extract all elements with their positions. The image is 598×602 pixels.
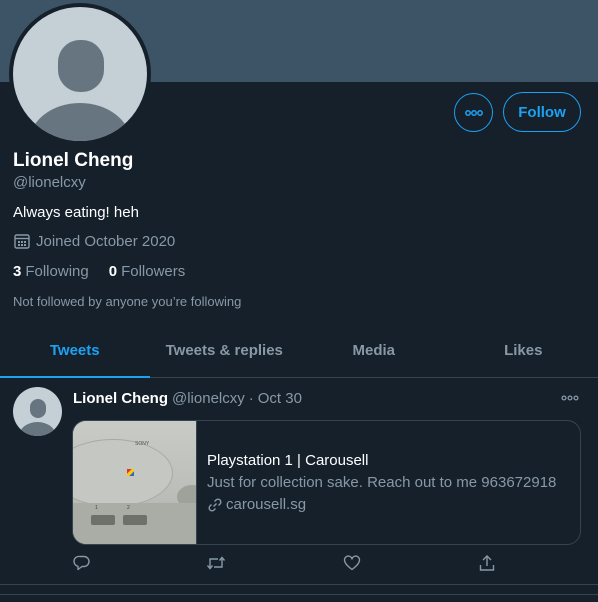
tab-likes[interactable]: Likes (449, 324, 598, 377)
tweet-date[interactable]: Oct 30 (258, 390, 302, 407)
following-label: Following (25, 263, 89, 280)
tweet-avatar[interactable] (13, 387, 62, 436)
card-link-text: carousell.sg (226, 496, 307, 513)
profile-bio: Always eating! heh (13, 204, 139, 221)
more-icon (561, 395, 579, 401)
next-tweet-divider (0, 594, 598, 595)
heart-icon (343, 555, 361, 571)
profile-handle: @lionelcxy (13, 174, 86, 191)
followers-label: Followers (121, 263, 186, 280)
not-followed-note: Not followed by anyone you’re following (13, 294, 242, 309)
share-icon (479, 555, 495, 571)
tweet-header: Lionel Cheng @lionelcxy · Oct 30 (73, 390, 302, 407)
follow-stats: 3 Following 0 Followers (13, 263, 185, 280)
tab-tweets[interactable]: Tweets (0, 324, 150, 378)
share-button[interactable] (478, 554, 496, 577)
tweet-more-button[interactable] (561, 390, 579, 404)
reply-icon (73, 555, 90, 571)
followers-link[interactable]: 0 Followers (109, 263, 186, 280)
default-avatar-image (13, 7, 147, 141)
tweet[interactable]: Lionel Cheng @lionelcxy · Oct 30 SONY 1 … (0, 378, 598, 585)
calendar-icon (14, 234, 30, 249)
card-image-slot-1: 1 (95, 505, 98, 511)
profile-tabs: Tweets Tweets & replies Media Likes (0, 324, 598, 378)
card-image-brand: SONY (135, 441, 150, 447)
follow-button[interactable]: Follow (503, 92, 581, 132)
card-description: Just for collection sake. Reach out to m… (207, 474, 557, 491)
card-image-slot-2: 2 (127, 505, 130, 511)
reply-button[interactable] (73, 554, 91, 577)
tweet-actions (73, 554, 503, 574)
link-icon (208, 497, 222, 512)
following-count: 3 (13, 263, 22, 280)
card-title: Playstation 1 | Carousell (207, 452, 369, 469)
playstation-logo-icon (127, 469, 134, 476)
tab-tweets-replies[interactable]: Tweets & replies (150, 324, 300, 377)
retweet-icon (206, 556, 226, 570)
tab-media[interactable]: Media (299, 324, 449, 377)
retweet-button[interactable] (206, 554, 226, 577)
tweet-separator: · (248, 390, 254, 407)
more-options-button[interactable] (454, 93, 493, 132)
card-link: carousell.sg (207, 496, 577, 513)
profile-avatar[interactable] (9, 3, 151, 145)
following-link[interactable]: 3 Following (13, 263, 89, 280)
more-icon (464, 109, 483, 116)
followers-count: 0 (108, 263, 118, 280)
like-button[interactable] (343, 554, 361, 577)
joined-date: Joined October 2020 (13, 232, 175, 250)
link-preview-card[interactable]: SONY 1 2 Playstation 1 | Carousell Just … (72, 420, 581, 545)
card-image: SONY 1 2 (73, 421, 197, 544)
joined-text: Joined October 2020 (36, 232, 176, 250)
card-text: Playstation 1 | Carousell Just for colle… (207, 452, 577, 513)
tweet-author-handle[interactable]: @lionelcxy (172, 390, 245, 407)
profile-name: Lionel Cheng (13, 150, 134, 171)
tweet-author-name[interactable]: Lionel Cheng (73, 390, 168, 407)
